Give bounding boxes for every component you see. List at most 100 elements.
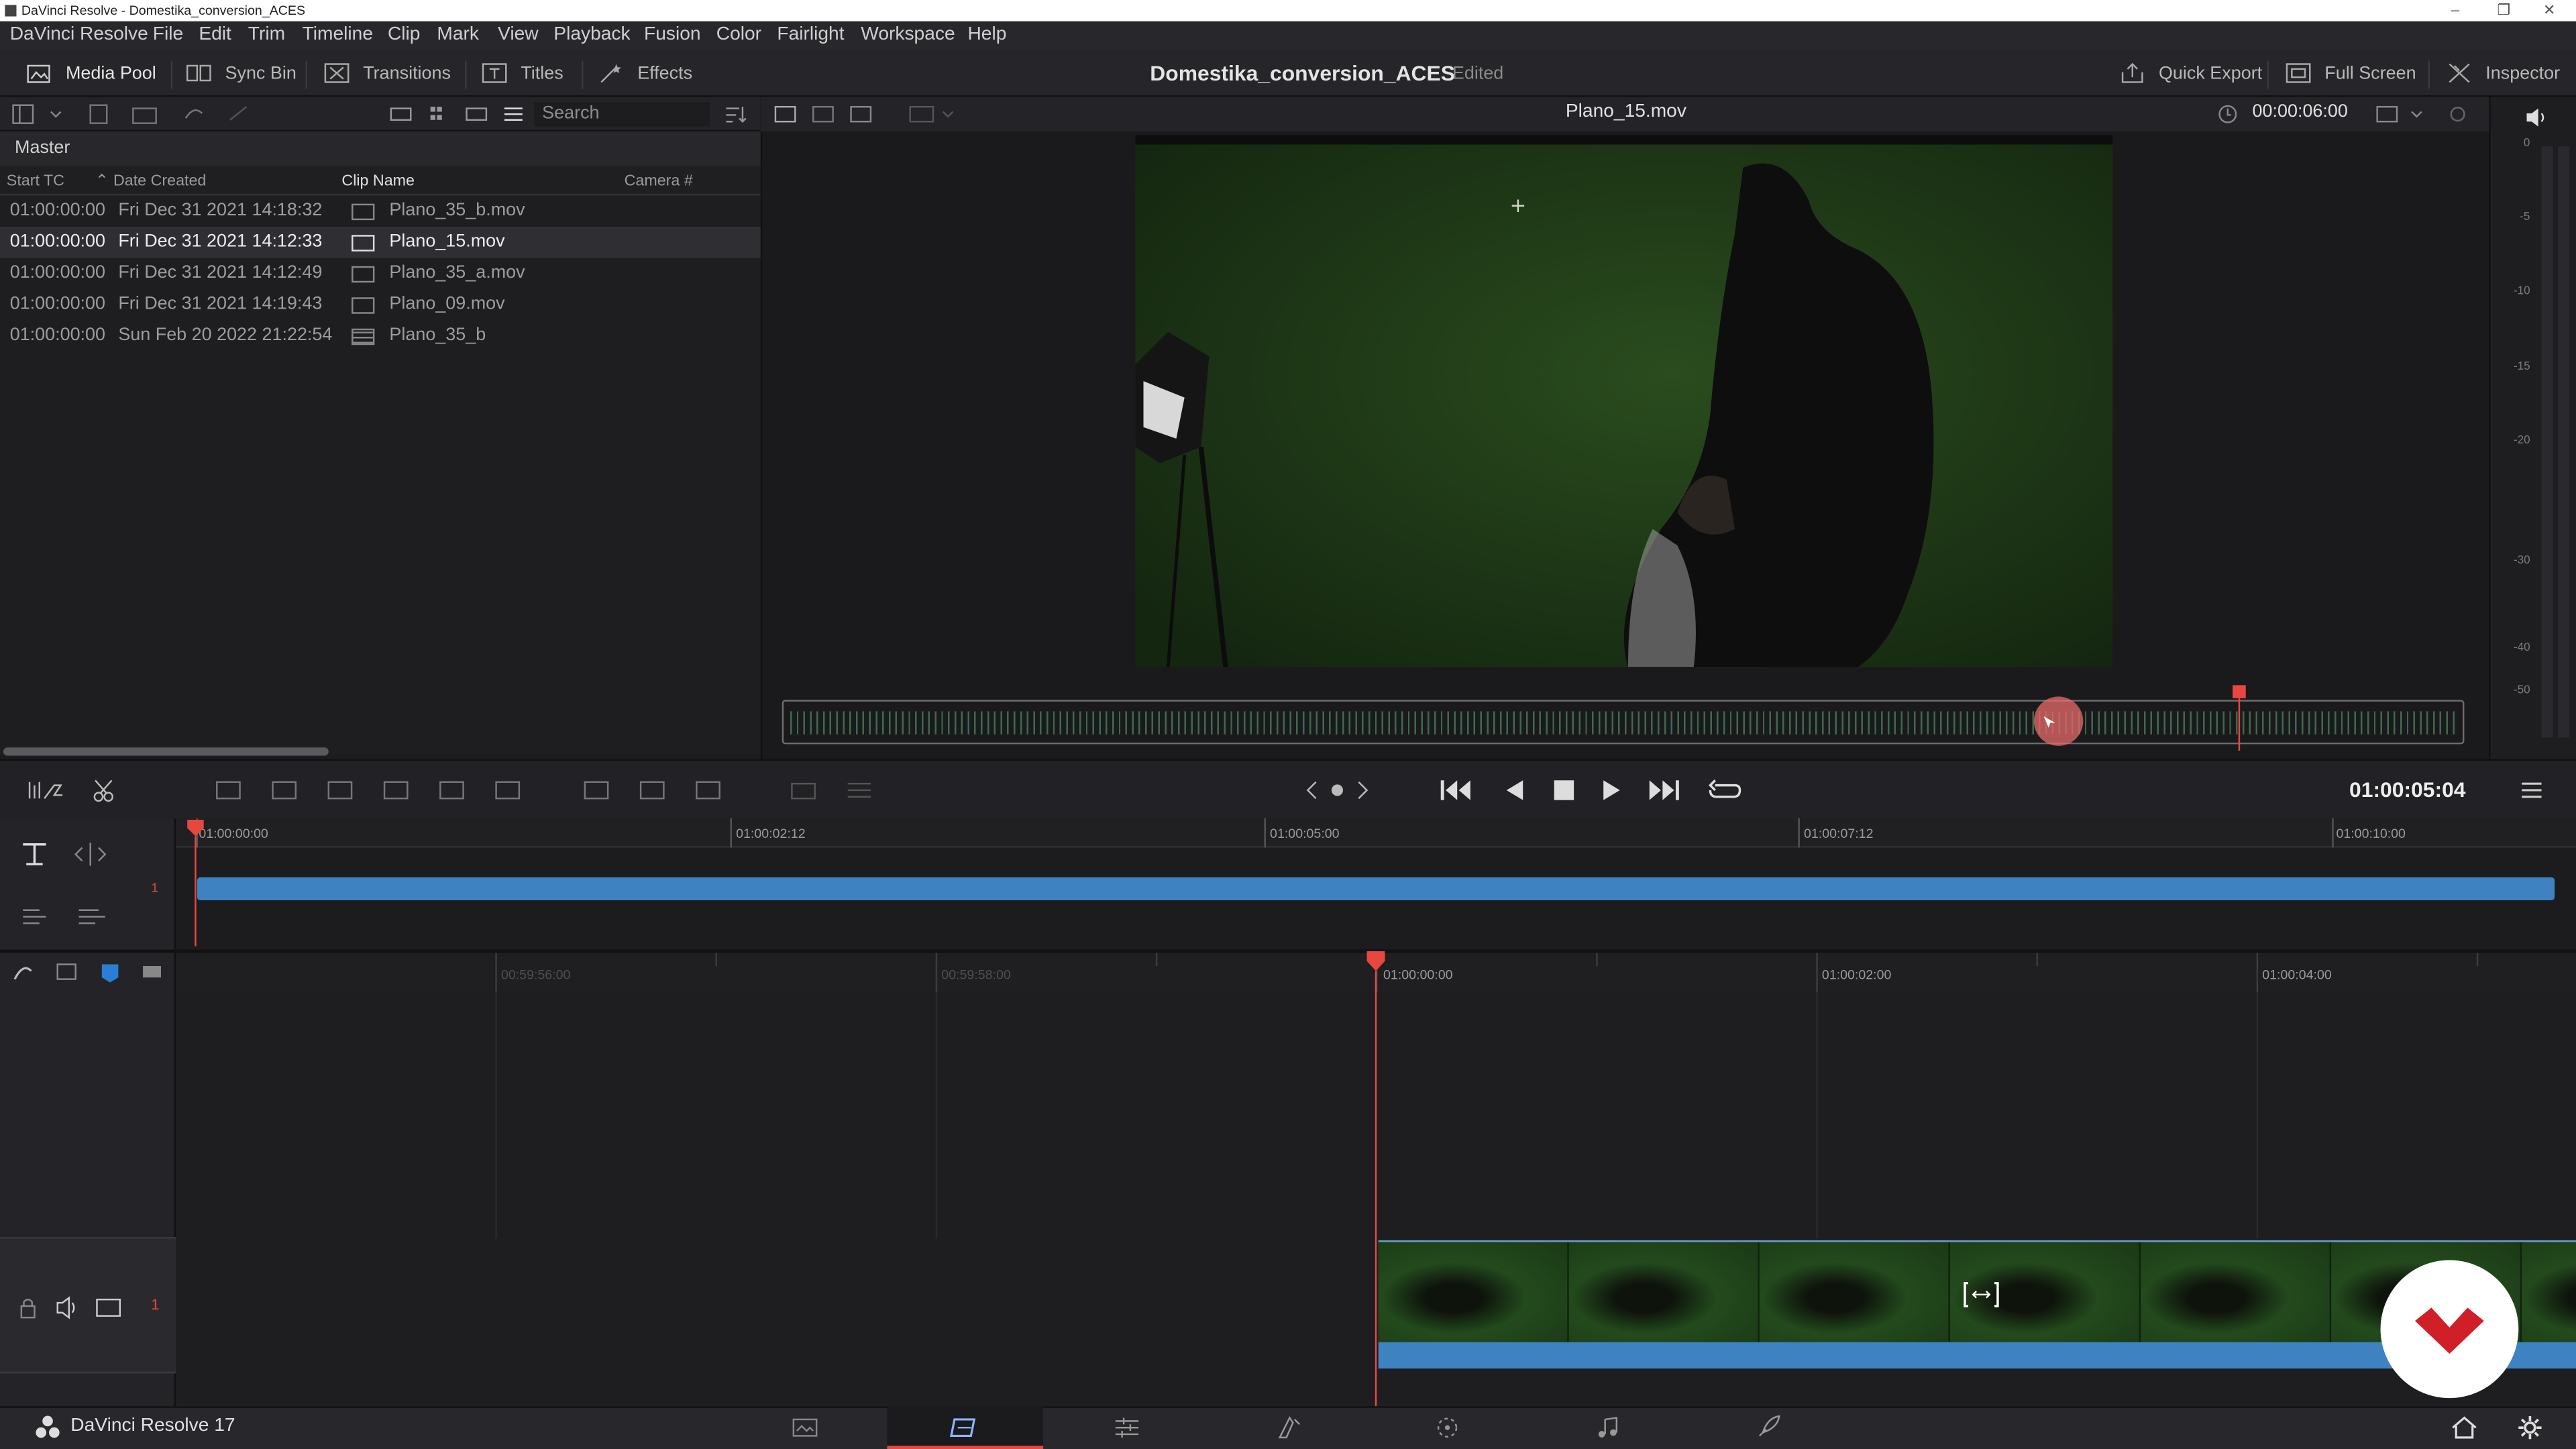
effects-button[interactable]: Effects bbox=[598, 62, 692, 84]
col-camera[interactable]: Camera # bbox=[625, 172, 693, 191]
cut-page-icon[interactable] bbox=[948, 1413, 981, 1442]
col-start-tc[interactable]: Start TC bbox=[7, 172, 64, 191]
menu-trim[interactable]: Trim bbox=[248, 25, 285, 44]
stop-icon[interactable] bbox=[1548, 775, 1580, 805]
edit-page-icon[interactable] bbox=[1111, 1413, 1144, 1442]
clip-thumbnail bbox=[2141, 1242, 2332, 1342]
edit-toolbar bbox=[0, 759, 2576, 818]
panel-layout-icon[interactable] bbox=[11, 103, 67, 125]
edit-mode-icons[interactable] bbox=[210, 775, 736, 805]
snapping-and-cut-icons[interactable] bbox=[26, 775, 118, 805]
table-row[interactable]: 01:00:00:00 Fri Dec 31 2021 14:12:49 Pla… bbox=[0, 258, 761, 289]
titles-button[interactable]: Titles bbox=[482, 62, 564, 84]
home-icon[interactable] bbox=[2448, 1413, 2481, 1442]
clip-thumbnail bbox=[2522, 1242, 2576, 1342]
meter-label: -40 bbox=[2513, 642, 2530, 654]
minimize-icon[interactable]: – bbox=[2451, 1, 2459, 17]
viewer-options-icons[interactable] bbox=[2374, 103, 2473, 125]
media-pool-scrollbar[interactable] bbox=[3, 747, 329, 756]
view-mode-icons[interactable] bbox=[388, 103, 526, 125]
menu-clip[interactable]: Clip bbox=[388, 25, 421, 44]
restore-icon[interactable]: ❐ bbox=[2497, 1, 2510, 19]
inspector-icon bbox=[2449, 63, 2470, 83]
clip-thumbnail bbox=[1568, 1242, 1760, 1342]
timeline-options-icons[interactable] bbox=[10, 959, 168, 985]
deliver-page-icon[interactable] bbox=[1753, 1413, 1786, 1442]
svg-text:+: + bbox=[1510, 194, 1527, 217]
transitions-label: Transitions bbox=[363, 63, 451, 83]
viewer-mode-icons[interactable] bbox=[773, 103, 971, 125]
search-input[interactable]: Search bbox=[533, 101, 710, 127]
table-row[interactable]: 01:00:00:00 Fri Dec 31 2021 14:12:33 Pla… bbox=[0, 226, 761, 258]
track-controls-icons[interactable] bbox=[16, 1295, 125, 1321]
viewer-duration: 00:00:06:00 bbox=[2252, 101, 2348, 122]
menu-help[interactable]: Help bbox=[967, 25, 1006, 44]
clip-list: 01:00:00:00 Fri Dec 31 2021 14:18:32 Pla… bbox=[0, 195, 761, 755]
speaker-icon[interactable] bbox=[2524, 107, 2550, 128]
row-date: Fri Dec 31 2021 14:18:32 bbox=[118, 200, 323, 221]
transitions-button[interactable]: Transitions bbox=[323, 62, 451, 84]
menu-fusion[interactable]: Fusion bbox=[644, 25, 701, 44]
window-title-bar: DaVinci Resolve - Domestika_conversion_A… bbox=[0, 0, 2576, 21]
ruler-label: 01:00:05:00 bbox=[1270, 826, 1340, 841]
hamburger-menu-icon[interactable] bbox=[2517, 777, 2546, 803]
table-row[interactable]: 01:00:00:00 Fri Dec 31 2021 14:18:32 Pla… bbox=[0, 195, 761, 227]
link-icon[interactable] bbox=[180, 103, 256, 125]
clip-navigation-icon[interactable] bbox=[1301, 777, 1374, 803]
trim-icons[interactable] bbox=[786, 775, 877, 805]
media-pool-icon bbox=[27, 64, 50, 83]
color-page-icon[interactable] bbox=[1431, 1413, 1464, 1442]
menu-color[interactable]: Color bbox=[716, 25, 761, 44]
menu-edit[interactable]: Edit bbox=[199, 25, 231, 44]
menu-davinci-resolve[interactable]: DaVinci Resolve bbox=[10, 25, 148, 44]
menu-mark[interactable]: Mark bbox=[437, 25, 479, 44]
zoom-tools-icons[interactable] bbox=[16, 900, 115, 933]
gear-icon[interactable] bbox=[2514, 1413, 2546, 1442]
fusion-page-icon[interactable] bbox=[1273, 1413, 1306, 1442]
go-to-end-icon[interactable] bbox=[1644, 775, 1684, 805]
menu-file[interactable]: File bbox=[153, 25, 183, 44]
close-icon[interactable]: ✕ bbox=[2543, 1, 2555, 19]
media-pool-button[interactable]: Media Pool bbox=[26, 62, 156, 84]
quick-export-button[interactable]: Quick Export bbox=[2119, 62, 2262, 84]
menu-view[interactable]: View bbox=[498, 25, 539, 44]
table-row[interactable]: 01:00:00:00 Sun Feb 20 2022 21:22:54 Pla… bbox=[0, 321, 761, 352]
quick-export-label: Quick Export bbox=[2158, 63, 2263, 83]
viewer-playhead-marker[interactable] bbox=[2231, 685, 2247, 751]
upper-timeline-ruler[interactable]: 01:00:00:00 01:00:02:12 01:00:05:00 01:0… bbox=[176, 818, 2576, 848]
bin-name[interactable]: Master bbox=[15, 138, 70, 158]
upper-timeline-clip[interactable] bbox=[197, 877, 2555, 901]
inspector-button[interactable]: Inspector bbox=[2447, 62, 2560, 84]
timeline-clip-icon bbox=[352, 328, 375, 345]
track-tools-icons[interactable] bbox=[16, 838, 115, 871]
loop-icon[interactable] bbox=[1707, 775, 1743, 805]
sync-bin-icon bbox=[186, 64, 211, 82]
scrub-cursor-icon[interactable] bbox=[2033, 693, 2086, 749]
menu-fairlight[interactable]: Fairlight bbox=[777, 25, 844, 44]
bin-list-icon[interactable] bbox=[87, 103, 163, 125]
fairlight-page-icon[interactable] bbox=[1592, 1413, 1625, 1442]
media-page-icon[interactable] bbox=[789, 1413, 822, 1442]
meter-label: 0 bbox=[2523, 138, 2530, 150]
window-title: DaVinci Resolve - Domestika_conversion_A… bbox=[21, 3, 306, 18]
menu-timeline[interactable]: Timeline bbox=[303, 25, 373, 44]
col-clip-name[interactable]: Clip Name bbox=[341, 172, 415, 191]
full-screen-button[interactable]: Full Screen bbox=[2286, 62, 2416, 84]
upper-playhead[interactable] bbox=[186, 818, 205, 947]
meter-label: -50 bbox=[2513, 685, 2530, 697]
menu-playback[interactable]: Playback bbox=[553, 25, 630, 44]
viewer-jog-bar[interactable] bbox=[782, 700, 2465, 745]
lower-playhead[interactable] bbox=[1365, 950, 1387, 1407]
col-date-created[interactable]: Date Created bbox=[113, 172, 206, 191]
row-date: Sun Feb 20 2022 21:22:54 bbox=[118, 325, 333, 345]
ruler-label: 01:00:00:00 bbox=[199, 826, 268, 841]
go-to-start-icon[interactable] bbox=[1436, 775, 1475, 805]
effects-label: Effects bbox=[637, 63, 693, 83]
play-icon[interactable] bbox=[1595, 775, 1628, 805]
row-date: Fri Dec 31 2021 14:12:49 bbox=[118, 262, 323, 283]
sync-bin-button[interactable]: Sync Bin bbox=[186, 62, 297, 84]
sort-icon[interactable] bbox=[723, 103, 748, 125]
play-reverse-icon[interactable] bbox=[1498, 775, 1531, 805]
table-row[interactable]: 01:00:00:00 Fri Dec 31 2021 14:19:43 Pla… bbox=[0, 289, 761, 321]
menu-workspace[interactable]: Workspace bbox=[861, 25, 955, 44]
